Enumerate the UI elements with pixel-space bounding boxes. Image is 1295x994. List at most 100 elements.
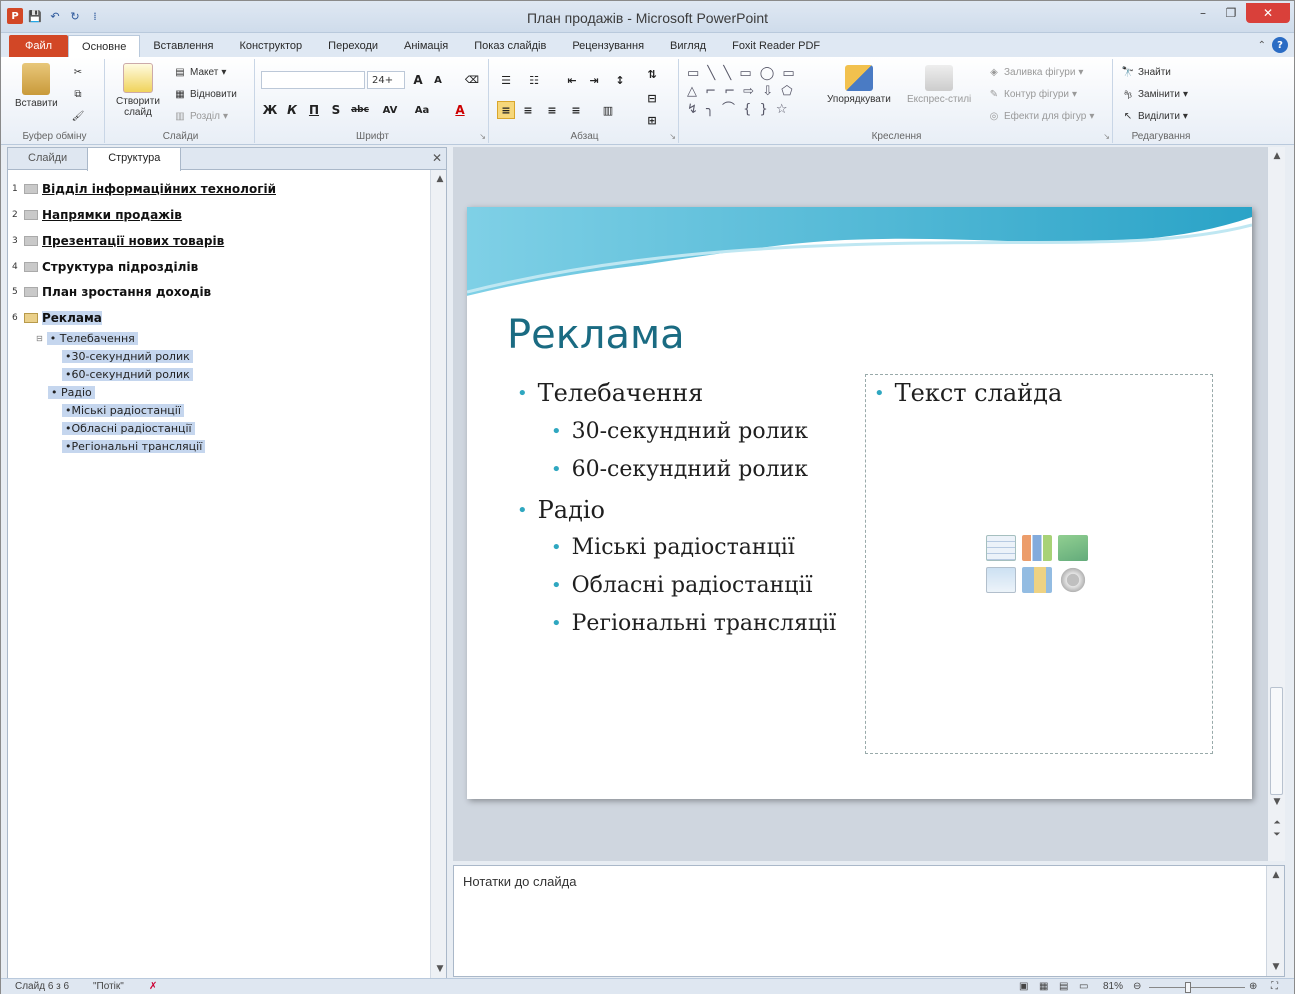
shape-effects-button[interactable]: ◎ Ефекти для фігур ▾ <box>987 109 1095 123</box>
outline-bullet[interactable]: • Радіо <box>48 383 95 401</box>
align-right-icon[interactable]: ≡ <box>543 101 561 119</box>
scroll-down-icon[interactable]: ▼ <box>1268 797 1286 807</box>
clear-format-button[interactable]: ⌫ <box>463 71 481 89</box>
zoom-slider[interactable] <box>1149 987 1245 988</box>
font-size-combo[interactable]: 24+ <box>367 71 405 89</box>
close-button[interactable]: ✕ <box>1246 3 1290 23</box>
shrink-font-button[interactable]: A <box>429 71 447 89</box>
tab-view[interactable]: Вигляд <box>657 35 719 57</box>
next-slide-icon[interactable]: ⏷ <box>1268 831 1286 840</box>
minimize-button[interactable]: – <box>1190 3 1216 23</box>
tab-insert[interactable]: Вставлення <box>140 35 226 57</box>
outline-slide-5[interactable]: 5 План зростання доходів <box>12 283 211 301</box>
minimize-ribbon-icon[interactable]: ⌃ <box>1258 40 1266 51</box>
tab-foxit[interactable]: Foxit Reader PDF <box>719 35 833 57</box>
outline-slide-6[interactable]: 6 Реклама <box>12 309 102 327</box>
tab-review[interactable]: Рецензування <box>559 35 657 57</box>
scroll-down-icon[interactable]: ▼ <box>1267 962 1285 972</box>
section-button[interactable]: ▥ Розділ ▾ <box>173 109 228 123</box>
paragraph-launcher-icon[interactable]: ↘ <box>669 132 676 141</box>
scroll-up-icon[interactable]: ▲ <box>431 174 449 184</box>
scroll-up-icon[interactable]: ▲ <box>1267 870 1285 880</box>
smartart-icon[interactable]: ⊞ <box>643 111 661 129</box>
close-pane-icon[interactable]: ✕ <box>432 151 442 165</box>
outline-bullet[interactable]: •Обласні радіостанції <box>62 419 195 437</box>
align-left-icon[interactable]: ≡ <box>497 101 515 119</box>
shape-outline-button[interactable]: ✎ Контур фігури ▾ <box>987 87 1077 101</box>
slide-canvas[interactable]: Реклама • Телебачення • 30-секундний ролик… <box>467 207 1252 799</box>
outline-bullet[interactable]: •30-секундний ролик <box>62 347 193 365</box>
insert-clipart-icon[interactable] <box>1022 567 1052 593</box>
columns-icon[interactable]: ▥ <box>599 101 617 119</box>
font-launcher-icon[interactable]: ↘ <box>479 132 486 141</box>
drawing-launcher-icon[interactable]: ↘ <box>1103 132 1110 141</box>
cut-button[interactable]: ✂ <box>71 65 85 79</box>
bullets-icon[interactable]: ☰ <box>497 71 515 89</box>
placeholder-bullet[interactable]: • Текст слайда <box>874 379 1062 407</box>
notes-scrollbar[interactable]: ▲ ▼ <box>1266 866 1284 976</box>
outline-slide-1[interactable]: 1 Відділ інформаційних технологій <box>12 180 276 198</box>
outline-slide-2[interactable]: 2 Напрямки продажів <box>12 206 182 224</box>
fit-to-window-icon[interactable]: ⛶ <box>1271 981 1278 992</box>
outline-slide-4[interactable]: 4 Структура підрозділів <box>12 258 198 276</box>
increase-indent-icon[interactable]: ⇥ <box>585 71 603 89</box>
content-placeholder[interactable]: • Текст слайда <box>865 374 1213 754</box>
bold-button[interactable]: Ж <box>261 101 279 119</box>
select-button[interactable]: ↖ Виділити ▾ <box>1121 109 1188 123</box>
shadow-button[interactable]: S <box>327 101 345 119</box>
slide-bullet[interactable]: • 30-секундний ролик <box>551 419 808 444</box>
slide-bullet[interactable]: • Регіональні трансляції <box>551 611 836 636</box>
zoom-slider-thumb[interactable] <box>1185 982 1191 993</box>
align-center-icon[interactable]: ≡ <box>519 101 537 119</box>
slide-title[interactable]: Реклама <box>507 312 685 358</box>
insert-table-icon[interactable] <box>986 535 1016 561</box>
format-painter-button[interactable]: 🖌 <box>71 109 85 123</box>
normal-view-icon[interactable]: ▣ <box>1019 981 1028 992</box>
zoom-in-icon[interactable]: ⊕ <box>1249 981 1257 992</box>
font-name-combo[interactable] <box>261 71 365 89</box>
tab-animations[interactable]: Анімація <box>391 35 461 57</box>
find-button[interactable]: 🔭 Знайти <box>1121 65 1171 79</box>
strike-button[interactable]: abc <box>351 101 369 119</box>
help-icon[interactable]: ? <box>1272 37 1288 53</box>
reading-view-icon[interactable]: ▤ <box>1059 981 1068 992</box>
slide-bullet[interactable]: • Радіо <box>517 496 605 524</box>
paste-button[interactable]: Вставити <box>15 63 58 109</box>
justify-icon[interactable]: ≡ <box>567 101 585 119</box>
notes-placeholder[interactable]: Нотатки до слайда <box>463 874 576 889</box>
tab-slides-pane[interactable]: Слайди <box>8 148 87 169</box>
spellcheck-icon[interactable]: ✗ <box>149 981 157 992</box>
change-case-button[interactable]: Aa <box>413 101 431 119</box>
outline-list[interactable]: 1 Відділ інформаційних технологій 2 Напр… <box>8 172 430 978</box>
tab-home[interactable]: Основне <box>68 35 141 57</box>
slideshow-icon[interactable]: ▭ <box>1079 981 1088 992</box>
outline-slide-3[interactable]: 3 Презентації нових товарів <box>12 232 224 250</box>
new-slide-button[interactable]: Створити слайд <box>113 63 163 118</box>
shapes-gallery[interactable]: ▭ ╲ ╲ ▭ ◯ ▭ △ ⌐ ⌐ ⇨ ⇩ ⬠ ↯ ╮ ⌒ { } ☆ <box>687 65 817 123</box>
scroll-up-icon[interactable]: ▲ <box>1268 151 1286 161</box>
arrange-button[interactable]: Упорядкувати <box>827 65 891 105</box>
slide-bullet[interactable]: • Обласні радіостанції <box>551 573 813 598</box>
decrease-indent-icon[interactable]: ⇤ <box>563 71 581 89</box>
italic-button[interactable]: К <box>283 101 301 119</box>
grow-font-button[interactable]: A <box>409 71 427 89</box>
outline-bullet[interactable]: •Міські радіостанції <box>62 401 184 419</box>
insert-picture-icon[interactable] <box>986 567 1016 593</box>
insert-smartart-icon[interactable] <box>1058 535 1088 561</box>
tab-file[interactable]: Файл <box>9 35 69 57</box>
slide-bullet[interactable]: • Телебачення <box>517 379 703 407</box>
layout-button[interactable]: ▤ Макет ▾ <box>173 65 226 79</box>
slide-bullet[interactable]: • Міські радіостанції <box>551 535 795 560</box>
tab-design[interactable]: Конструктор <box>226 35 315 57</box>
slide-bullet[interactable]: • 60-секундний ролик <box>551 457 808 482</box>
line-spacing-icon[interactable]: ↕ <box>611 71 629 89</box>
slide-scrollbar[interactable]: ▲ ▼ ⏶ ⏷ <box>1267 147 1285 861</box>
underline-button[interactable]: П <box>305 101 323 119</box>
font-color-button[interactable]: A <box>451 101 469 119</box>
notes-pane[interactable]: Нотатки до слайда ▲ ▼ <box>453 865 1285 977</box>
restore-button[interactable]: ❐ <box>1218 3 1244 23</box>
scroll-thumb[interactable] <box>1270 687 1283 795</box>
prev-slide-icon[interactable]: ⏶ <box>1268 819 1286 828</box>
tab-transitions[interactable]: Переходи <box>315 35 391 57</box>
insert-chart-icon[interactable] <box>1022 535 1052 561</box>
